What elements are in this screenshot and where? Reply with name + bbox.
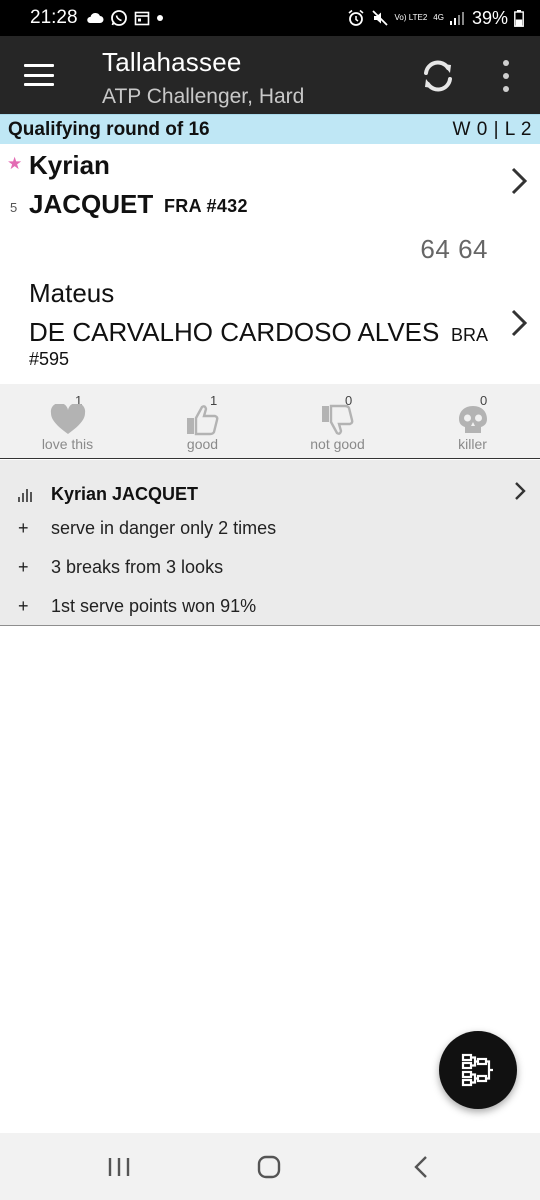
menu-line-icon xyxy=(24,83,54,86)
star-icon: ★ xyxy=(7,154,23,173)
back-button[interactable] xyxy=(401,1151,441,1183)
player1-seed: 5 xyxy=(10,200,18,215)
stats-bars-icon xyxy=(18,488,34,502)
volte-label: Vo) LTE2 xyxy=(394,13,428,22)
plus-bullet: + xyxy=(18,518,29,538)
summary-item: + 1st serve points won 91% xyxy=(18,596,256,617)
tournament-title: Tallahassee xyxy=(102,47,242,77)
overflow-menu-button[interactable] xyxy=(494,58,518,94)
skull-icon xyxy=(459,406,487,433)
match-score: 64 64 xyxy=(420,234,488,264)
player1-first-name[interactable]: Kyrian xyxy=(29,150,110,181)
dot-icon xyxy=(156,14,164,22)
battery-percent: 39% xyxy=(471,7,508,28)
dot-icon xyxy=(503,73,509,79)
whatsapp-icon xyxy=(110,9,128,27)
dot-icon xyxy=(503,86,509,92)
back-icon xyxy=(414,1156,427,1178)
cloud-icon xyxy=(86,12,104,24)
player1-chevron-right-icon[interactable] xyxy=(508,166,530,196)
reaction-label: good xyxy=(186,436,219,452)
summary-chevron-right-icon[interactable] xyxy=(512,480,528,502)
summary-item: + serve in danger only 2 times xyxy=(18,518,276,539)
recent-apps-button[interactable] xyxy=(99,1151,139,1183)
network-type: 4G xyxy=(433,13,444,22)
battery-icon xyxy=(514,9,524,27)
dot-icon xyxy=(503,60,509,66)
player2-rank: #595 xyxy=(29,349,70,369)
app-screen: 21:28 Vo) LTE2 4G 39% Tallahassee ATP Ch… xyxy=(0,0,540,1200)
player2-chevron-right-icon[interactable] xyxy=(508,308,530,338)
round-label: Qualifying round of 16 xyxy=(8,118,210,140)
heart-icon xyxy=(50,404,86,434)
mute-icon xyxy=(371,9,389,27)
summary-item-text: 3 breaks from 3 looks xyxy=(51,557,224,577)
reaction-label: killer xyxy=(458,436,487,452)
status-time: 21:28 xyxy=(30,7,78,28)
thumbs-down-icon xyxy=(322,404,354,435)
match-summary[interactable]: Kyrian JACQUET + serve in danger only 2 … xyxy=(0,460,540,626)
status-system-icons: Vo) LTE2 4G 39% xyxy=(347,8,524,29)
summary-header[interactable]: Kyrian JACQUET xyxy=(18,484,198,505)
reaction-killer[interactable]: 0 killer xyxy=(405,384,540,459)
status-notification-icons xyxy=(86,9,164,27)
refresh-button[interactable] xyxy=(418,56,458,96)
calendar-icon xyxy=(134,10,150,26)
hamburger-menu-button[interactable] xyxy=(20,58,58,92)
app-bar: Tallahassee ATP Challenger, Hard xyxy=(0,36,540,114)
round-banner: Qualifying round of 16 W 0 | L 2 xyxy=(0,114,540,144)
reaction-bar: 1 love this 1 good 0 not good 0 killer xyxy=(0,384,540,459)
match-card: ★ 5 Kyrian JACQUET FRA #432 64 64 Mateus… xyxy=(0,144,540,384)
summary-item-text: 1st serve points won 91% xyxy=(51,596,257,616)
plus-bullet: + xyxy=(18,557,29,577)
plus-bullet: + xyxy=(18,596,29,616)
summary-item: + 3 breaks from 3 looks xyxy=(18,557,223,578)
summary-item-text: serve in danger only 2 times xyxy=(51,518,277,538)
reaction-good[interactable]: 1 good xyxy=(135,384,270,459)
alarm-icon xyxy=(347,9,365,27)
tournament-subtitle: ATP Challenger, Hard xyxy=(102,85,305,108)
draw-bracket-fab[interactable] xyxy=(439,1031,517,1109)
player2-last-name[interactable]: DE CARVALHO CARDOSO ALVES xyxy=(29,317,439,348)
player2-country: BRA xyxy=(451,325,489,345)
win-loss-record: W 0 | L 2 xyxy=(452,118,532,140)
reaction-love-this[interactable]: 1 love this xyxy=(0,384,135,459)
player1-country-rank: FRA #432 xyxy=(164,196,248,216)
thumbs-up-icon xyxy=(187,405,219,436)
player1-last-name[interactable]: JACQUET xyxy=(29,189,153,220)
system-navigation-bar xyxy=(0,1133,540,1200)
summary-player-name: Kyrian JACQUET xyxy=(51,484,199,504)
menu-line-icon xyxy=(24,64,54,67)
signal-icon xyxy=(449,11,466,25)
status-bar: 21:28 Vo) LTE2 4G 39% xyxy=(0,0,540,36)
player2-first-name[interactable]: Mateus xyxy=(29,278,114,309)
menu-line-icon xyxy=(24,73,54,77)
bracket-icon xyxy=(461,1053,493,1087)
home-button[interactable] xyxy=(249,1151,289,1183)
reaction-label: not good xyxy=(310,436,365,452)
recent-apps-icon xyxy=(108,1158,130,1176)
refresh-icon xyxy=(424,60,452,92)
reaction-not-good[interactable]: 0 not good xyxy=(270,384,405,459)
home-icon xyxy=(257,1155,281,1179)
reaction-label: love this xyxy=(41,436,94,452)
